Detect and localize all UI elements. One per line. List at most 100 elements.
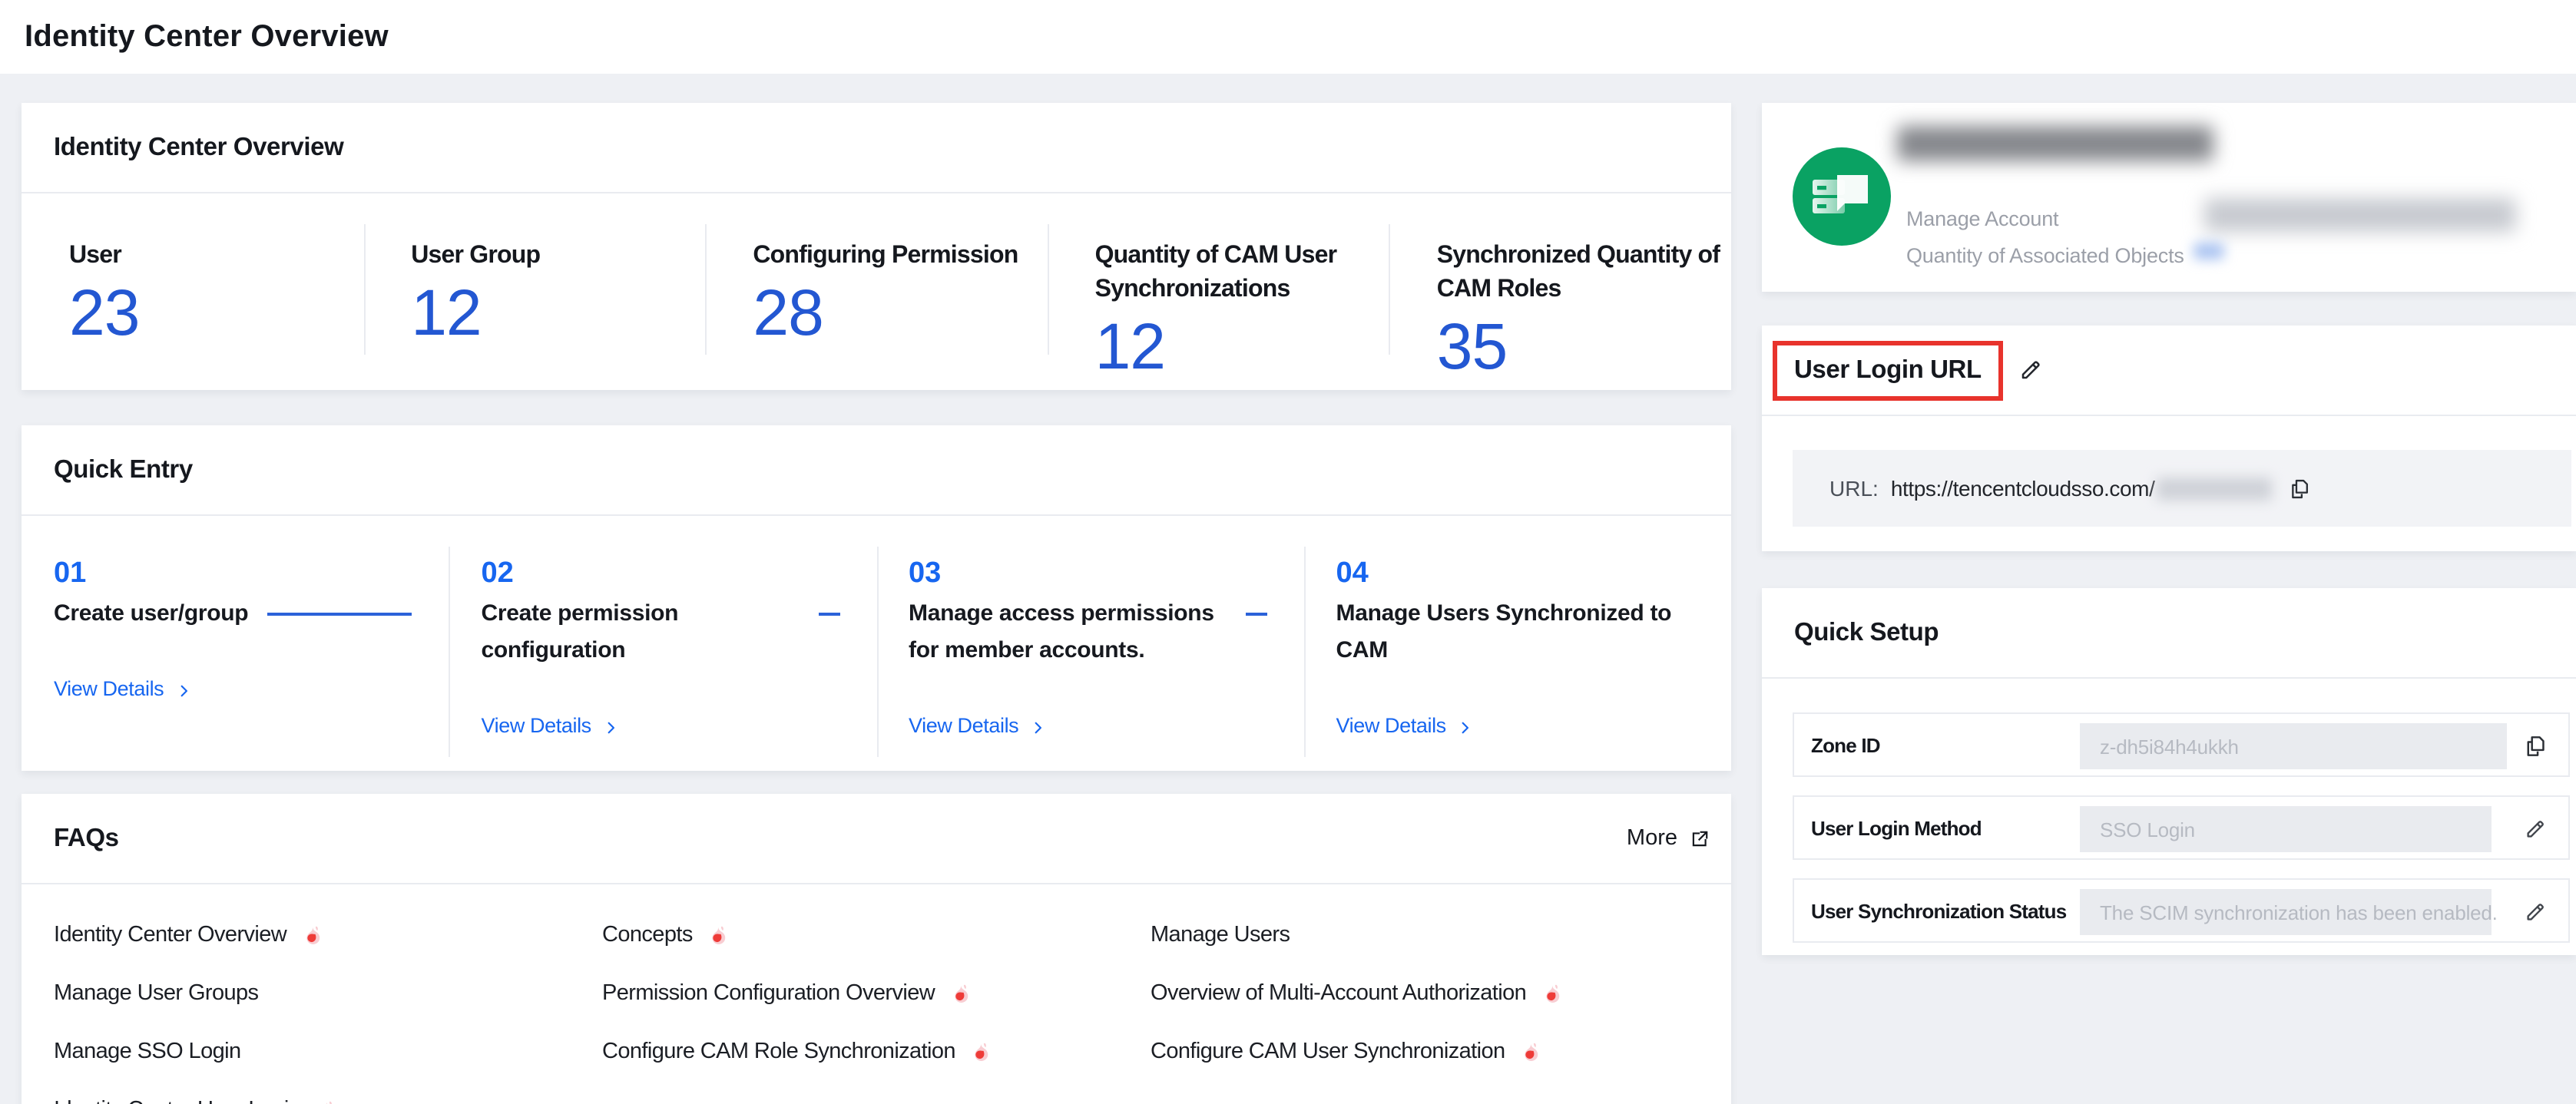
login-url-field: URL: https://tencentcloudsso.com/ <box>1793 450 2571 527</box>
user-login-method-value: SSO Login <box>2100 818 2195 841</box>
user-login-method-label: User Login Method <box>1811 816 1982 839</box>
quick-setup-header: Quick Setup <box>1762 588 2576 679</box>
zone-id-row: Zone ID z-dh5i84h4ukkh <box>1793 712 2570 777</box>
view-details-label: View Details <box>1336 711 1446 742</box>
faqs-card-header: FAQs More <box>22 794 1731 884</box>
associated-objects-label: Quantity of Associated Objects <box>1906 241 2184 272</box>
stat-configuring-permission-label: Configuring Permission <box>753 240 1047 273</box>
annotation-highlight-box: User Login URL <box>1773 340 2003 400</box>
step-3-title: Manage access permissions for member acc… <box>909 596 1227 669</box>
view-details-label: View Details <box>482 711 591 742</box>
overview-card-header: Identity Center Overview <box>22 103 1731 193</box>
quick-entry-card-header: Quick Entry <box>22 425 1731 516</box>
stat-cam-roles-synced-value: 35 <box>1437 312 1731 382</box>
quick-entry-card: Quick Entry 01 Create user/group View De… <box>22 425 1731 771</box>
quick-setup-card: Quick Setup Zone ID z-dh5i84h4ukkh User … <box>1762 588 2576 955</box>
view-details-label: View Details <box>909 711 1018 742</box>
stat-cam-roles-synced: Synchronized Quantity of CAM Roles 35 <box>1389 193 1731 388</box>
zone-id-field: z-dh5i84h4ukkh <box>2080 723 2507 769</box>
edit-pencil-icon[interactable] <box>2018 358 2043 382</box>
step-1-title: Create user/group <box>54 596 248 633</box>
chevron-right-icon <box>176 683 191 698</box>
faqs-card: FAQs More Identity Center Overview Manag… <box>22 794 1731 1104</box>
faq-item[interactable]: Permission Configuration Overview <box>602 978 1151 1009</box>
faq-item[interactable]: Concepts <box>602 920 1151 950</box>
account-card: Manage Account Quantity of Associated Ob… <box>1762 103 2576 292</box>
faq-item[interactable]: Configure CAM User Synchronization <box>1151 1036 1699 1067</box>
user-sync-status-edit-button[interactable] <box>2524 900 2548 924</box>
faq-item-label: Manage Users <box>1151 920 1290 950</box>
hot-flame-icon <box>1521 1041 1541 1064</box>
quick-entry-step-4: 04 Manage Users Synchronized to CAM View… <box>1304 516 1732 768</box>
user-login-url-title: User Login URL <box>1794 355 1982 385</box>
faq-item-label: Configure CAM Role Synchronization <box>602 1036 955 1067</box>
faqs-more-label: More <box>1627 826 1677 851</box>
user-sync-status-label: User Synchronization Status <box>1811 899 2066 922</box>
stat-configuring-permission: Configuring Permission 28 <box>705 193 1047 388</box>
quick-entry-card-title: Quick Entry <box>54 455 193 484</box>
zone-id-copy-button[interactable] <box>2524 734 2548 759</box>
faq-item[interactable]: Identity Center User Login <box>54 1095 602 1104</box>
stat-cam-user-syncs: Quantity of CAM User Synchronizations 12 <box>1048 193 1389 388</box>
faqs-card-title: FAQs <box>54 824 119 853</box>
overview-stats-row: User 23 User Group 12 Configuring Permis… <box>22 193 1731 388</box>
stat-user-group: User Group 12 <box>363 193 705 388</box>
faqs-column-2: Concepts Permission Configuration Overvi… <box>602 920 1151 1104</box>
zone-id-label: Zone ID <box>1811 733 1880 756</box>
manage-account-value-redacted <box>2204 198 2516 232</box>
step-connector-line <box>818 613 839 616</box>
stat-user-value: 23 <box>69 278 363 349</box>
quick-entry-step-2: 02 Create permission configuration View … <box>449 516 877 768</box>
identity-center-overview-page: Identity Center Overview Identity Center… <box>0 0 2576 1104</box>
faqs-column-1: Identity Center Overview Manage User Gro… <box>54 920 602 1104</box>
hot-flame-icon <box>950 983 970 1006</box>
manage-account-label: Manage Account <box>1906 204 2058 235</box>
user-login-method-field: SSO Login <box>2080 806 2492 852</box>
user-login-url-header: User Login URL <box>1762 326 2576 416</box>
hot-flame-icon <box>316 1099 336 1104</box>
faq-item[interactable]: Manage User Groups <box>54 978 602 1009</box>
faq-item-label: Permission Configuration Overview <box>602 978 935 1009</box>
hot-flame-icon <box>1541 983 1561 1006</box>
stat-configuring-permission-value: 28 <box>753 278 1047 349</box>
quick-entry-step-3: 03 Manage access permissions for member … <box>876 516 1304 768</box>
faqs-more-link[interactable]: More <box>1627 826 1710 851</box>
faq-item-label: Concepts <box>602 920 693 950</box>
view-details-label: View Details <box>54 674 164 705</box>
url-value: https://tencentcloudsso.com/ <box>1891 476 2155 501</box>
step-2-view-details-link[interactable]: View Details <box>482 711 877 742</box>
faq-item[interactable]: Configure CAM Role Synchronization <box>602 1036 1151 1067</box>
quick-entry-step-1: 01 Create user/group View Details <box>22 516 449 768</box>
faq-item[interactable]: Manage Users <box>1151 920 1699 950</box>
faq-item-label: Manage SSO Login <box>54 1036 241 1067</box>
step-2-number: 02 <box>482 557 877 590</box>
step-1-view-details-link[interactable]: View Details <box>54 674 449 705</box>
faq-item-label: Overview of Multi-Account Authorization <box>1151 978 1526 1009</box>
faq-item[interactable]: Overview of Multi-Account Authorization <box>1151 978 1699 1009</box>
faq-item-label: Identity Center Overview <box>54 920 286 950</box>
step-4-title: Manage Users Synchronized to CAM <box>1336 596 1677 669</box>
copy-icon[interactable] <box>2288 477 2309 500</box>
edit-pencil-icon <box>2524 817 2547 841</box>
overview-card: Identity Center Overview User 23 User Gr… <box>22 103 1731 390</box>
associated-objects-count-redacted[interactable] <box>2194 243 2224 259</box>
user-login-method-row: User Login Method SSO Login <box>1793 795 2570 860</box>
step-1-number: 01 <box>54 557 449 590</box>
hot-flame-icon <box>708 924 728 947</box>
faq-item[interactable]: Manage SSO Login <box>54 1036 602 1067</box>
faq-item[interactable]: Identity Center Overview <box>54 920 602 950</box>
faqs-list: Identity Center Overview Manage User Gro… <box>22 884 1731 1104</box>
user-sync-status-field: The SCIM synchronization has been enable… <box>2080 889 2492 935</box>
step-4-view-details-link[interactable]: View Details <box>1336 711 1732 742</box>
step-connector-line <box>1246 613 1267 616</box>
step-3-view-details-link[interactable]: View Details <box>909 711 1304 742</box>
step-3-number: 03 <box>909 557 1304 590</box>
account-name-redacted <box>1897 126 2213 161</box>
stat-user-label: User <box>69 240 363 273</box>
faq-item-label: Identity Center User Login <box>54 1095 300 1104</box>
step-2-title: Create permission configuration <box>482 596 800 669</box>
chevron-right-icon <box>1031 719 1046 735</box>
account-avatar <box>1793 147 1891 246</box>
edit-pencil-icon <box>2524 900 2547 924</box>
user-login-method-edit-button[interactable] <box>2524 817 2548 841</box>
